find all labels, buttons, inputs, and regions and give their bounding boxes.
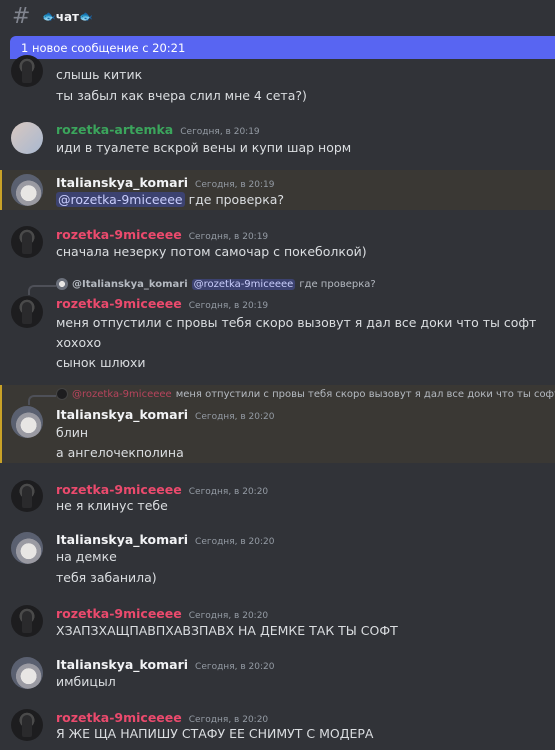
author-name[interactable]: Italianskya_komari <box>56 657 188 672</box>
message: rozetka-9miceeee Сегодня, в 20:20 ХЗАПЗХ… <box>0 603 555 643</box>
avatar[interactable] <box>11 55 43 87</box>
message: слышь китик ты забыл как вчера слил мне … <box>0 55 555 107</box>
avatar[interactable] <box>11 296 43 328</box>
avatar[interactable] <box>11 532 43 564</box>
hashtag-icon: # <box>12 4 31 29</box>
message-text: имбицыл <box>56 674 116 689</box>
avatar[interactable] <box>11 174 43 206</box>
message-text: на демке <box>56 549 117 564</box>
avatar[interactable] <box>11 226 43 258</box>
avatar[interactable] <box>11 122 43 154</box>
fish-icon: 🐟 <box>79 10 93 23</box>
timestamp: Сегодня, в 20:20 <box>188 487 269 497</box>
message-text: Я ЖЕ ЩА НАПИШУ СТАФУ ЕЕ СНИМУТ С МОДЕРА <box>56 726 374 741</box>
message: Italianskya_komari Сегодня, в 20:20 на д… <box>0 530 555 590</box>
channel-header: # 🐟 чат 🐟 <box>0 0 555 33</box>
avatar[interactable] <box>11 605 43 637</box>
avatar-mini <box>56 388 68 400</box>
avatar[interactable] <box>11 406 43 438</box>
author-name[interactable]: rozetka-9miceeee <box>56 227 182 242</box>
message-text: блин <box>56 425 88 440</box>
author-name[interactable]: rozetka-9miceeee <box>56 482 182 497</box>
timestamp: Сегодня, в 20:19 <box>188 301 269 311</box>
author-name[interactable]: rozetka-artemka <box>56 122 173 137</box>
message-text: сначала незерку потом самочар с покеболк… <box>56 244 367 259</box>
user-mention[interactable]: @rozetka-9miceeee <box>56 192 185 207</box>
reply-preview[interactable]: @rozetka-9miceeee меня отпустили с провы… <box>56 388 555 400</box>
timestamp: Сегодня, в 20:20 <box>195 662 275 672</box>
message-text: ты забыл как вчера слил мне 4 сета?) <box>56 88 307 103</box>
timestamp: Сегодня, в 20:19 <box>195 180 275 190</box>
timestamp: Сегодня, в 20:20 <box>195 537 275 547</box>
message-text: сынок шлюхи <box>56 355 146 370</box>
reply-connector <box>28 285 56 295</box>
message-text: хохохо <box>56 335 102 350</box>
message: rozetka-9miceeee Сегодня, в 20:20 не я к… <box>0 478 555 518</box>
timestamp: Сегодня, в 20:20 <box>188 715 269 725</box>
message-text: иди в туалете вскрой вены и купи шар нор… <box>56 140 352 155</box>
user-mention[interactable]: @rozetka-9miceeee <box>191 278 296 290</box>
message-text: слышь китик <box>56 67 143 82</box>
message-reply: @Italianskya_komari @rozetka-9miceeee гд… <box>0 276 555 376</box>
timestamp: Сегодня, в 20:20 <box>195 412 275 422</box>
timestamp: Сегодня, в 20:19 <box>180 127 260 137</box>
author-name[interactable]: Italianskya_komari <box>56 532 188 547</box>
message: rozetka-9miceeee Сегодня, в 20:20 Я ЖЕ Щ… <box>0 707 555 750</box>
author-name[interactable]: rozetka-9miceeee <box>56 710 182 725</box>
reply-preview[interactable]: @Italianskya_komari @rozetka-9miceeee гд… <box>56 278 376 290</box>
author-name[interactable]: Italianskya_komari <box>56 407 188 422</box>
avatar-mini <box>56 278 68 290</box>
message-text: @rozetka-9miceeee где проверка? <box>56 192 285 207</box>
channel-name[interactable]: 🐟 чат 🐟 <box>42 10 93 24</box>
fish-icon: 🐟 <box>42 10 56 23</box>
author-name[interactable]: Italianskya_komari <box>56 175 188 190</box>
timestamp: Сегодня, в 20:19 <box>188 232 269 242</box>
message-text: не я клинус тебе <box>56 498 168 513</box>
timestamp: Сегодня, в 20:20 <box>188 611 269 621</box>
message-text: меня отпустили с провы тебя скоро вызову… <box>56 315 537 330</box>
message-text: тебя забанила) <box>56 570 157 585</box>
message-highlighted: Italianskya_komari Сегодня, в 20:19 @roz… <box>0 170 555 210</box>
author-name[interactable]: rozetka-9miceeee <box>56 606 182 621</box>
avatar[interactable] <box>11 657 43 689</box>
reply-connector <box>28 395 56 405</box>
avatar[interactable] <box>11 709 43 741</box>
message: rozetka-9miceeee Сегодня, в 20:19 сначал… <box>0 224 555 264</box>
author-name[interactable]: rozetka-9miceeee <box>56 296 182 311</box>
message: Italianskya_komari Сегодня, в 20:20 имби… <box>0 655 555 695</box>
avatar[interactable] <box>11 480 43 512</box>
message: rozetka-artemka Сегодня, в 20:19 иди в т… <box>0 118 555 160</box>
message-text: ХЗАПЗХАЩПАВПХАВЗПАВХ НА ДЕМКЕ ТАК ТЫ СОФ… <box>56 623 398 638</box>
message-text: а ангелочекполина <box>56 445 184 460</box>
